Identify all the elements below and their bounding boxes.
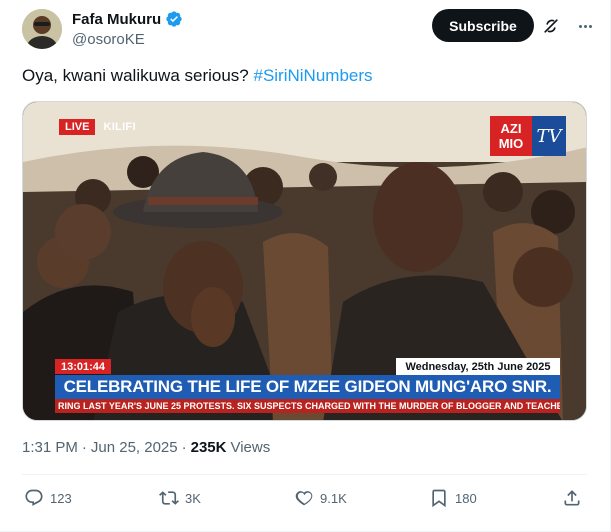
share-icon <box>564 490 580 506</box>
author-handle[interactable]: @osoroKE <box>72 31 145 48</box>
broadcast-date: Wednesday, 25th June 2025 <box>396 358 560 375</box>
avatar-image <box>22 9 62 49</box>
repost-icon <box>159 491 179 505</box>
subscribe-button[interactable]: Subscribe <box>432 9 534 42</box>
tweet-meta: 1:31 PM · Jun 25, 2025 · 235K Views <box>22 439 270 456</box>
broadcast-headline: CELEBRATING THE LIFE OF MZEE GIDEON MUNG… <box>55 375 560 399</box>
broadcast-clock: 13:01:44 <box>55 359 111 374</box>
reply-icon <box>25 489 43 506</box>
bookmark-count: 180 <box>455 490 477 506</box>
tweet-text: Oya, kwani walikuwa serious? #SiriNiNumb… <box>22 66 373 86</box>
like-button[interactable]: 9.1K <box>294 486 347 510</box>
location-label: KILIFI <box>103 121 136 133</box>
live-label: LIVE <box>59 119 96 135</box>
tweet-date[interactable]: Jun 25, 2025 <box>91 439 178 456</box>
tweet-time[interactable]: 1:31 PM <box>22 439 78 456</box>
like-count: 9.1K <box>320 490 347 506</box>
channel-logo-line2: MIO <box>498 136 524 151</box>
author-name-row[interactable]: Fafa Mukuru <box>72 10 183 28</box>
news-ticker: RING LAST YEAR'S JUNE 25 PROTESTS. SIX S… <box>55 399 560 413</box>
live-badge: LIVE KILIFI <box>59 119 144 135</box>
heart-icon <box>295 491 313 506</box>
tv-mark-icon: TV <box>532 116 566 156</box>
hashtag-link[interactable]: #SiriNiNumbers <box>253 66 372 85</box>
meta-separator: · <box>181 439 187 456</box>
divider <box>22 474 587 475</box>
reply-button[interactable]: 123 <box>24 486 72 510</box>
more-dot <box>578 24 582 28</box>
author-avatar[interactable] <box>22 9 62 49</box>
reply-count: 123 <box>50 490 72 506</box>
channel-logo-text: AZI MIO <box>490 116 532 156</box>
share-button[interactable] <box>562 486 582 510</box>
repost-count: 3K <box>185 490 201 506</box>
bookmark-icon <box>432 489 446 508</box>
channel-logo-line1: AZI <box>500 121 522 136</box>
views-count: 235K <box>190 439 227 456</box>
author-display-name[interactable]: Fafa Mukuru <box>72 11 161 28</box>
tweet-card: Fafa Mukuru @osoroKE Subscribe Oya, kwan… <box>0 0 611 532</box>
repost-button[interactable]: 3K <box>159 486 201 510</box>
tweet-media-image[interactable]: LIVE KILIFI AZI MIO TV 13:01:44 Wednesda… <box>22 101 587 421</box>
channel-logo: AZI MIO TV <box>490 116 566 156</box>
more-dot <box>583 24 587 28</box>
tweet-body: Oya, kwani walikuwa serious? <box>22 66 254 85</box>
more-dot <box>588 24 592 28</box>
grok-icon[interactable] <box>540 15 562 37</box>
meta-separator: · <box>81 439 87 456</box>
bookmark-button[interactable]: 180 <box>429 486 477 510</box>
more-options-icon[interactable] <box>574 15 596 37</box>
views-label: Views <box>230 439 271 456</box>
verified-badge-icon <box>166 11 182 27</box>
